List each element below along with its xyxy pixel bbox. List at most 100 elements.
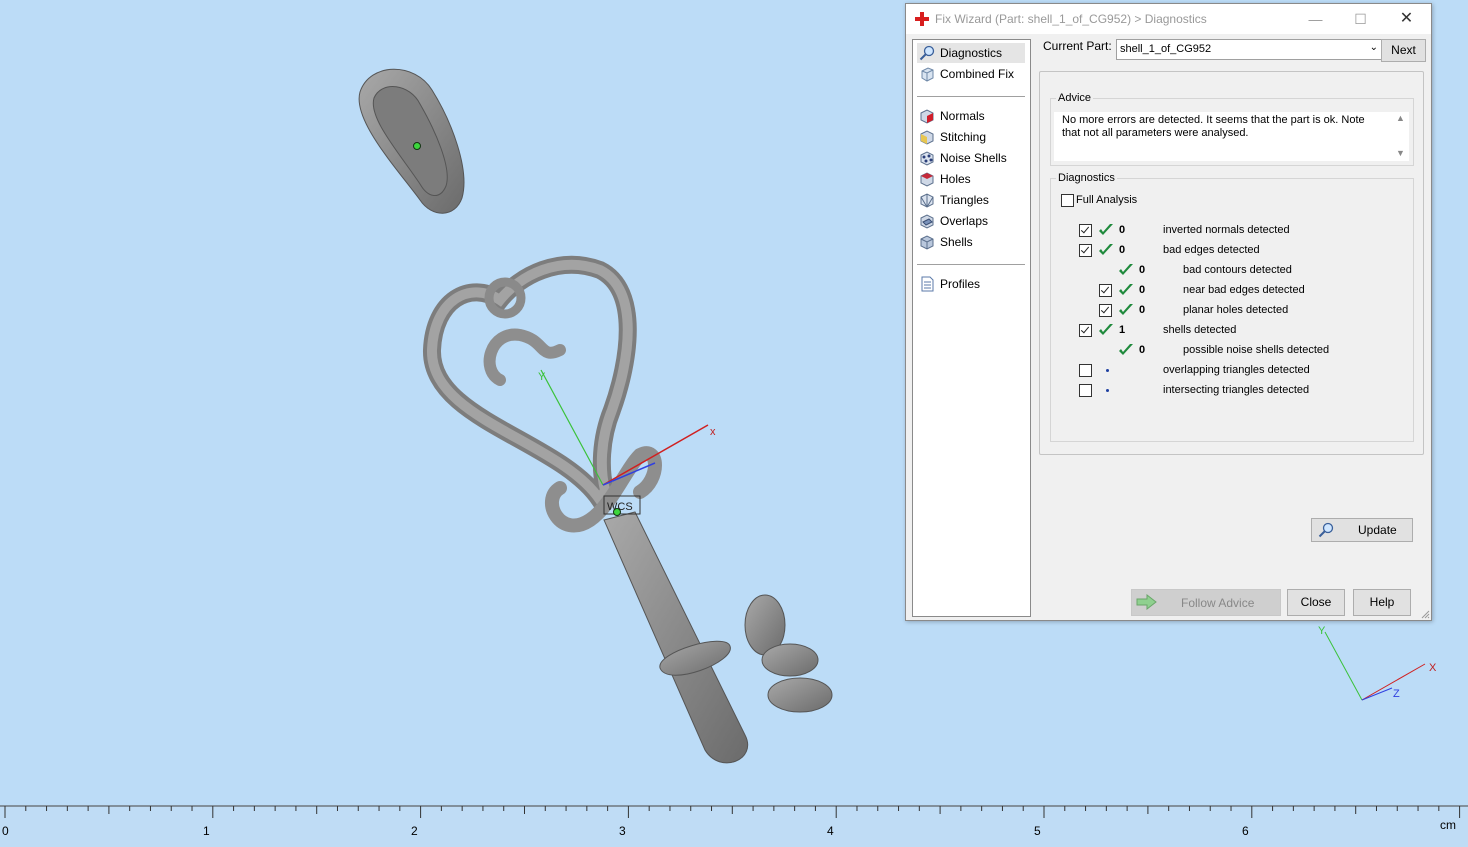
next-button[interactable]: Next — [1381, 39, 1426, 62]
diagnostic-checkbox[interactable] — [1099, 284, 1112, 297]
follow-advice-button[interactable]: Follow Advice — [1131, 589, 1281, 616]
title-bar[interactable]: Fix Wizard (Part: shell_1_of_CG952) > Di… — [906, 4, 1431, 34]
advice-scrollbar[interactable]: ▲ ▼ — [1392, 112, 1409, 161]
help-button[interactable]: Help — [1353, 589, 1411, 616]
diagnostic-checkbox[interactable] — [1079, 244, 1092, 257]
nav-triangles-label: Triangles — [940, 193, 989, 207]
diagnostic-row: 0 near bad edges detected — [1051, 281, 1401, 299]
diagnostics-group: Diagnostics Full Analysis 0 inverted norm… — [1050, 172, 1414, 542]
nav-combined-fix[interactable]: Combined Fix — [917, 64, 1025, 84]
normals-icon — [920, 109, 934, 124]
wizard-nav: Diagnostics Combined Fix Normals Stitchi… — [912, 39, 1031, 617]
combined-fix-icon — [921, 67, 934, 82]
nav-triangles[interactable]: Triangles — [917, 190, 1025, 210]
nav-stitching[interactable]: Stitching — [917, 127, 1025, 147]
pending-dot-icon — [1106, 389, 1109, 392]
advice-title: Advice — [1056, 92, 1094, 104]
diagnostic-row: overlapping triangles detected — [1051, 361, 1401, 379]
nav-holes[interactable]: Holes — [917, 169, 1025, 189]
nav-normals[interactable]: Normals — [917, 106, 1025, 126]
advice-text: No more errors are detected. It seems th… — [1062, 114, 1377, 140]
nav-profiles-label: Profiles — [940, 277, 981, 291]
nav-holes-label: Holes — [940, 172, 971, 186]
nav-normals-label: Normals — [940, 109, 985, 123]
wcs-x-label: x — [710, 426, 716, 438]
nav-overlaps-label: Overlaps — [940, 214, 989, 228]
scroll-up-icon[interactable]: ▲ — [1396, 113, 1405, 123]
fix-wizard-dialog: Fix Wizard (Part: shell_1_of_CG952) > Di… — [905, 3, 1432, 621]
orientation-axes: Y X Z — [1318, 625, 1437, 701]
nav-shells[interactable]: Shells — [917, 232, 1025, 252]
diagnostic-checkbox[interactable] — [1079, 324, 1092, 337]
nav-divider — [917, 96, 1025, 97]
diagnostics-title: Diagnostics — [1056, 172, 1117, 184]
check-icon — [1119, 264, 1133, 275]
minimize-icon[interactable]: — — [1293, 4, 1338, 34]
magnifier-icon — [1318, 522, 1334, 538]
ruler-label-3: 3 — [619, 824, 626, 838]
diagnostic-row: 0 possible noise shells detected — [1051, 341, 1401, 359]
stitching-icon — [920, 130, 934, 145]
diagnostic-text: intersecting triangles detected — [1163, 384, 1310, 396]
ruler-label-0: 0 — [2, 824, 9, 838]
close-button[interactable]: Close — [1287, 589, 1345, 616]
follow-advice-label: Follow Advice — [1181, 596, 1255, 610]
check-icon — [1099, 224, 1113, 235]
diagnostic-checkbox[interactable] — [1079, 364, 1092, 377]
close-icon[interactable]: ✕ — [1384, 4, 1429, 34]
ring-part[interactable] — [358, 68, 465, 214]
arrow-right-icon — [1136, 594, 1157, 610]
diagnostic-row: intersecting triangles detected — [1051, 381, 1401, 399]
shells-icon — [920, 235, 934, 250]
diagnostic-row: 0 bad edges detected — [1051, 241, 1401, 259]
diagnostic-count: 0 — [1119, 224, 1126, 236]
scroll-down-icon[interactable]: ▼ — [1396, 148, 1405, 158]
diagnostic-text: planar holes detected — [1183, 304, 1289, 316]
current-part-select[interactable]: shell_1_of_CG952 ⌄ — [1116, 39, 1383, 60]
ruler-unit: cm — [1440, 818, 1456, 832]
check-icon — [1099, 324, 1113, 335]
ruler: 0 1 2 3 4 5 6 cm — [0, 805, 1468, 842]
ruler-label-5: 5 — [1034, 824, 1041, 838]
update-button[interactable]: Update — [1311, 518, 1413, 542]
triangles-icon — [920, 193, 934, 208]
nav-overlaps[interactable]: Overlaps — [917, 211, 1025, 231]
diagnostic-checkbox[interactable] — [1079, 384, 1092, 397]
diagnostic-count: 0 — [1119, 244, 1126, 256]
maximize-icon[interactable]: ☐ — [1338, 4, 1383, 34]
check-icon — [1119, 304, 1133, 315]
corner-y-label: Y — [1318, 625, 1326, 637]
advice-textarea[interactable]: No more errors are detected. It seems th… — [1054, 112, 1392, 161]
corner-z-label: Z — [1393, 688, 1400, 700]
nav-profiles[interactable]: Profiles — [917, 274, 1025, 294]
holes-icon — [920, 172, 934, 187]
nav-shells-label: Shells — [940, 235, 973, 249]
nav-stitching-label: Stitching — [940, 130, 987, 144]
nav-diagnostics-label: Diagnostics — [940, 46, 1003, 60]
red-cross-icon — [915, 12, 929, 26]
diagnostic-count: 1 — [1119, 324, 1126, 336]
dialog-title: Fix Wizard (Part: shell_1_of_CG952) > Di… — [935, 12, 1207, 26]
noise-shells-icon — [920, 151, 934, 166]
diagnostic-text: inverted normals detected — [1163, 224, 1290, 236]
full-analysis-checkbox[interactable] — [1061, 194, 1074, 207]
resize-grip-icon[interactable] — [1420, 609, 1430, 619]
full-analysis-label: Full Analysis — [1076, 194, 1138, 206]
advice-group: Advice No more errors are detected. It s… — [1050, 92, 1414, 166]
corner-x-label: X — [1429, 662, 1437, 674]
diagnostic-checkbox[interactable] — [1079, 224, 1092, 237]
diagnostic-count: 0 — [1139, 264, 1146, 276]
ruler-label-4: 4 — [827, 824, 834, 838]
diagnostic-row: 0 inverted normals detected — [1051, 221, 1401, 239]
diagnostic-row: 0 bad contours detected — [1051, 261, 1401, 279]
check-icon — [1119, 284, 1133, 295]
diagnostics-panel: Advice No more errors are detected. It s… — [1039, 71, 1424, 542]
diagnostic-count: 0 — [1139, 284, 1146, 296]
current-part-value: shell_1_of_CG952 — [1120, 43, 1212, 55]
pending-dot-icon — [1106, 369, 1109, 372]
nav-diagnostics[interactable]: Diagnostics — [917, 43, 1025, 63]
diagnostic-text: near bad edges detected — [1183, 284, 1305, 296]
check-icon — [1119, 344, 1133, 355]
nav-noise-shells[interactable]: Noise Shells — [917, 148, 1025, 168]
diagnostic-checkbox[interactable] — [1099, 304, 1112, 317]
